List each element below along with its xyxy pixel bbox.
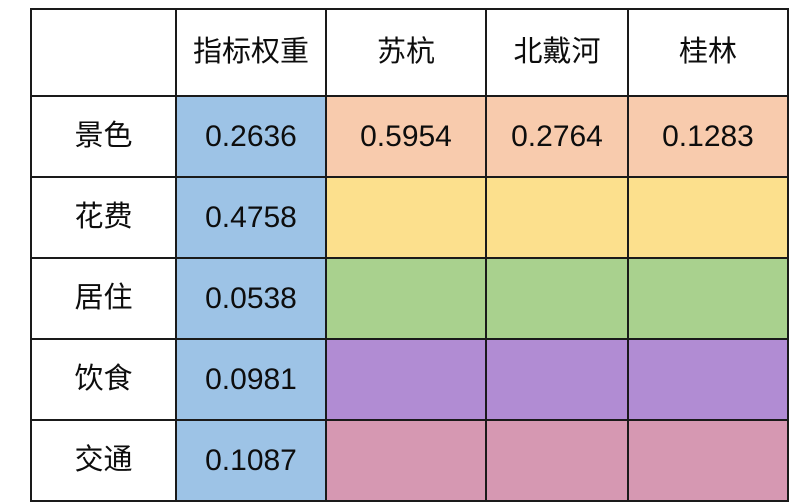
header-cell-guilin: 桂林 <box>627 8 789 97</box>
score-jingse-suhang: 0.5954 <box>325 95 487 178</box>
criteria-weight-table: 指标权重 苏杭 北戴河 桂林 景色 0.2636 0.5954 0.2764 0… <box>30 8 789 502</box>
score-huafei-beidaihe <box>485 176 629 259</box>
weight-value-juzhu: 0.0538 <box>175 257 327 340</box>
score-jiaotong-guilin <box>627 419 789 502</box>
score-jingse-beidaihe: 0.2764 <box>485 95 629 178</box>
weight-matrix-container: 指标权重 苏杭 北戴河 桂林 景色 0.2636 0.5954 0.2764 0… <box>30 8 789 502</box>
row-label-yinshi: 饮食 <box>30 338 177 421</box>
score-juzhu-beidaihe <box>485 257 629 340</box>
score-yinshi-guilin <box>627 338 789 421</box>
score-juzhu-guilin <box>627 257 789 340</box>
table-row: 花费 0.4758 <box>30 176 789 259</box>
row-label-jingse: 景色 <box>30 95 177 178</box>
row-label-huafei: 花费 <box>30 176 177 259</box>
score-huafei-guilin <box>627 176 789 259</box>
table-row: 居住 0.0538 <box>30 257 789 340</box>
table-row: 景色 0.2636 0.5954 0.2764 0.1283 <box>30 95 789 178</box>
score-juzhu-suhang <box>325 257 487 340</box>
score-huafei-suhang <box>325 176 487 259</box>
score-yinshi-beidaihe <box>485 338 629 421</box>
weight-value-jingse: 0.2636 <box>175 95 327 178</box>
score-yinshi-suhang <box>325 338 487 421</box>
table-row: 饮食 0.0981 <box>30 338 789 421</box>
header-corner-cell <box>30 8 177 97</box>
header-cell-beidaihe: 北戴河 <box>485 8 629 97</box>
score-jiaotong-suhang <box>325 419 487 502</box>
table-header-row: 指标权重 苏杭 北戴河 桂林 <box>30 8 789 97</box>
score-jiaotong-beidaihe <box>485 419 629 502</box>
weight-value-yinshi: 0.0981 <box>175 338 327 421</box>
row-label-jiaotong: 交通 <box>30 419 177 502</box>
weight-value-huafei: 0.4758 <box>175 176 327 259</box>
header-cell-suhang: 苏杭 <box>325 8 487 97</box>
row-label-juzhu: 居住 <box>30 257 177 340</box>
weight-value-jiaotong: 0.1087 <box>175 419 327 502</box>
header-cell-weight: 指标权重 <box>175 8 327 97</box>
score-jingse-guilin: 0.1283 <box>627 95 789 178</box>
table-row: 交通 0.1087 <box>30 419 789 502</box>
